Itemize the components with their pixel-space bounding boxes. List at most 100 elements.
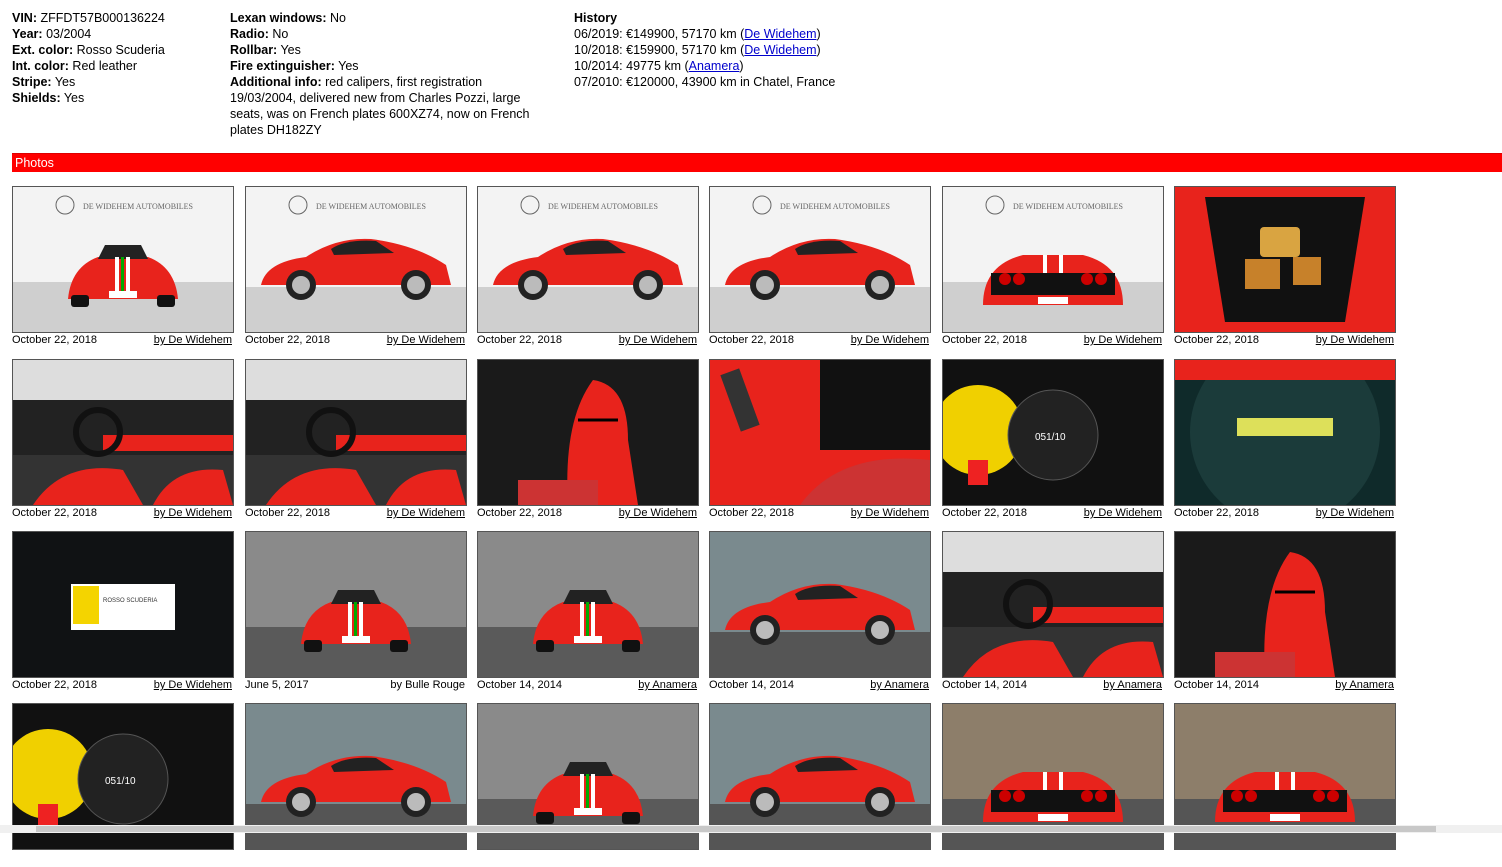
photo-card: June 5, 2017 by Bulle Rouge xyxy=(245,531,467,695)
spec-value: Yes xyxy=(334,59,359,73)
photo-date: October 22, 2018 xyxy=(12,507,98,519)
photo-card: October 22, 2018 by De Widehem xyxy=(477,359,699,523)
photo-thumbnail[interactable]: ROSSO SCUDERIA xyxy=(12,531,234,678)
svg-text:DE WIDEHEM AUTOMOBILES: DE WIDEHEM AUTOMOBILES xyxy=(780,202,890,211)
scrollbar-thumb[interactable] xyxy=(36,826,1436,832)
photo-thumbnail[interactable]: DE WIDEHEM AUTOMOBILES xyxy=(477,186,699,333)
photo-date: October 22, 2018 xyxy=(1174,507,1260,519)
spec-row: Int. color: Red leather xyxy=(12,58,222,74)
photo-date: October 22, 2018 xyxy=(709,507,795,519)
spec-row: VIN: ZFFDT57B000136224 xyxy=(12,10,222,26)
photos-header-bar: Photos xyxy=(12,153,1502,172)
history-title: History xyxy=(574,11,618,25)
photo-source-link[interactable]: by De Widehem xyxy=(619,506,697,520)
spec-label: Ext. color: xyxy=(12,43,74,57)
photo-source-link[interactable]: by Anamera xyxy=(1335,678,1394,692)
photo-thumbnail[interactable]: 051/10 xyxy=(942,359,1164,506)
spec-row: Rollbar: Yes xyxy=(230,42,550,58)
photo-date: October 22, 2018 xyxy=(245,507,331,519)
photo-thumbnail[interactable]: DE WIDEHEM AUTOMOBILES xyxy=(709,186,931,333)
photo-thumbnail[interactable] xyxy=(245,531,467,678)
photo-source-link[interactable]: by Anamera xyxy=(1103,678,1162,692)
photo-card: DE WIDEHEM AUTOMOBILES October 22, 2018 by… xyxy=(245,186,467,350)
spec-value: No xyxy=(326,11,346,25)
photo-thumbnail[interactable] xyxy=(477,531,699,678)
svg-text:DE WIDEHEM AUTOMOBILES: DE WIDEHEM AUTOMOBILES xyxy=(83,202,193,211)
spec-row: Shields: Yes xyxy=(12,90,222,106)
photo-thumbnail[interactable] xyxy=(942,531,1164,678)
photo-thumbnail[interactable] xyxy=(1174,186,1396,333)
photo-source-link[interactable]: by De Widehem xyxy=(154,678,232,692)
photo-source-link[interactable]: by De Widehem xyxy=(1084,506,1162,520)
spec-value: ZFFDT57B000136224 xyxy=(37,11,165,25)
history-source-link[interactable]: De Widehem xyxy=(744,27,816,41)
spec-value: Yes xyxy=(277,43,301,57)
photo-date: October 14, 2014 xyxy=(477,679,563,691)
spec-row: Year: 03/2004 xyxy=(12,26,222,42)
photo-card: October 22, 2018 by De Widehem xyxy=(245,359,467,523)
specs-column-1: VIN: ZFFDT57B000136224 Year: 03/2004 Ext. … xyxy=(12,10,222,106)
photo-source-link[interactable]: by De Widehem xyxy=(619,333,697,347)
photo-card: October 22, 2018 by De Widehem xyxy=(709,359,931,523)
photo-thumbnail[interactable] xyxy=(709,531,931,678)
spec-label: Year: xyxy=(12,27,43,41)
horizontal-scrollbar[interactable] xyxy=(0,825,1502,833)
photo-card: October 22, 2018 by De Widehem xyxy=(12,359,234,523)
svg-text:DE WIDEHEM AUTOMOBILES: DE WIDEHEM AUTOMOBILES xyxy=(548,202,658,211)
spec-row: Radio: No xyxy=(230,26,550,42)
spec-row: Ext. color: Rosso Scuderia xyxy=(12,42,222,58)
photo-date: October 14, 2014 xyxy=(1174,679,1260,691)
photo-card: October 14, 2014 by Anamera xyxy=(709,531,931,695)
spec-label: VIN: xyxy=(12,11,37,25)
history-row: 10/2014: 49775 km (Anamera) xyxy=(574,59,744,73)
svg-text:DE WIDEHEM AUTOMOBILES: DE WIDEHEM AUTOMOBILES xyxy=(1013,202,1123,211)
photo-source-link[interactable]: by De Widehem xyxy=(1316,333,1394,347)
photo-card: DE WIDEHEM AUTOMOBILES October 22, 2018 by… xyxy=(709,186,931,350)
photo-thumbnail[interactable] xyxy=(12,359,234,506)
photo-thumbnail[interactable]: DE WIDEHEM AUTOMOBILES xyxy=(245,186,467,333)
spec-label: Fire extinguisher: xyxy=(230,59,335,73)
photo-thumbnail[interactable] xyxy=(1174,359,1396,506)
spec-label: Int. color: xyxy=(12,59,69,73)
svg-text:051/10: 051/10 xyxy=(105,776,136,787)
photo-source-link[interactable]: by De Widehem xyxy=(851,333,929,347)
spec-row: Fire extinguisher: Yes xyxy=(230,58,550,74)
photo-thumbnail[interactable]: DE WIDEHEM AUTOMOBILES xyxy=(942,186,1164,333)
photo-date: October 22, 2018 xyxy=(12,334,98,346)
history-row: 06/2019: €149900, 57170 km (De Widehem) xyxy=(574,27,821,41)
spec-row: Lexan windows: No xyxy=(230,10,550,26)
photo-thumbnail[interactable]: DE WIDEHEM AUTOMOBILES xyxy=(12,186,234,333)
photo-card xyxy=(477,703,699,867)
spec-row: Additional info: red calipers, first reg… xyxy=(230,74,550,138)
history-source-link[interactable]: De Widehem xyxy=(744,43,816,57)
photo-card: DE WIDEHEM AUTOMOBILES October 22, 2018 by… xyxy=(12,186,234,350)
photo-thumbnail[interactable] xyxy=(1174,531,1396,678)
spec-label: Radio: xyxy=(230,27,269,41)
photo-date: October 22, 2018 xyxy=(1174,334,1260,346)
photo-source-link[interactable]: by De Widehem xyxy=(154,506,232,520)
history-source-link[interactable]: Anamera xyxy=(689,59,740,73)
photo-source-link[interactable]: by De Widehem xyxy=(851,506,929,520)
spec-label: Stripe: xyxy=(12,75,52,89)
photo-card: 051/10 October 22, 2018 by De Widehem xyxy=(942,359,1164,523)
photo-date: October 22, 2018 xyxy=(942,334,1028,346)
spec-label: Shields: xyxy=(12,91,61,105)
photo-thumbnail[interactable] xyxy=(709,359,931,506)
photo-source-link[interactable]: by Anamera xyxy=(870,678,929,692)
photo-thumbnail[interactable] xyxy=(477,359,699,506)
svg-text:ROSSO SCUDERIA: ROSSO SCUDERIA xyxy=(103,598,157,604)
photo-card xyxy=(1174,703,1396,867)
photo-date: October 22, 2018 xyxy=(477,334,563,346)
photo-thumbnail[interactable] xyxy=(245,359,467,506)
photo-source-link[interactable]: by Anamera xyxy=(638,678,697,692)
spec-value: Red leather xyxy=(68,59,138,73)
photo-source-link[interactable]: by De Widehem xyxy=(154,333,232,347)
photo-source-link[interactable]: by De Widehem xyxy=(387,506,465,520)
photo-date: October 22, 2018 xyxy=(12,679,98,691)
photo-source-link[interactable]: by De Widehem xyxy=(1084,333,1162,347)
photo-source-link[interactable]: by De Widehem xyxy=(387,333,465,347)
photo-date: October 22, 2018 xyxy=(477,507,563,519)
photo-card xyxy=(942,703,1164,867)
svg-text:051/10: 051/10 xyxy=(1035,432,1066,443)
photo-source-link[interactable]: by De Widehem xyxy=(1316,506,1394,520)
